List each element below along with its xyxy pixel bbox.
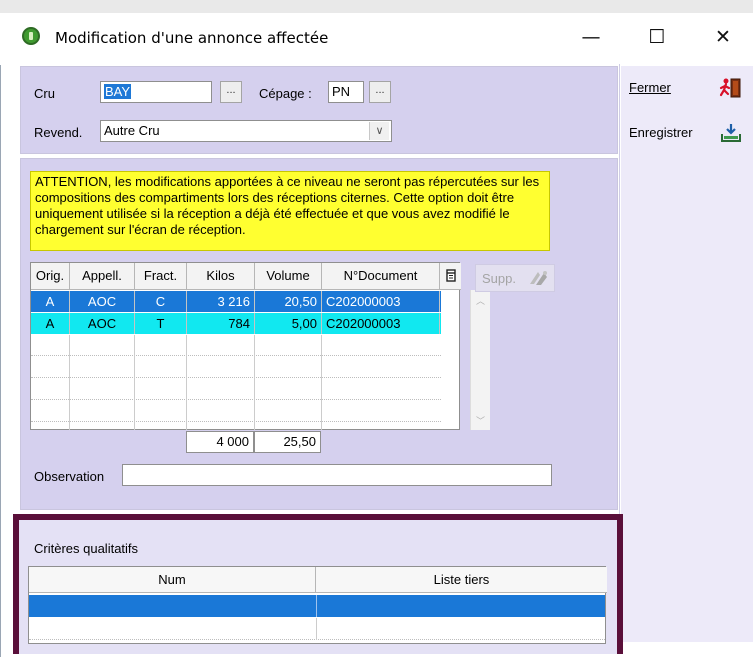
col-header-num[interactable]: Num [29, 567, 316, 593]
cru-browse-button[interactable]: ... [220, 81, 242, 103]
fermer-label: Fermer [629, 80, 671, 95]
column-divider [254, 335, 255, 430]
revend-label: Revend. [34, 125, 83, 140]
cell-fract: T [135, 313, 187, 334]
empty-row[interactable] [31, 379, 441, 400]
table-scrollbar[interactable]: ︿ ﹀ [470, 290, 490, 430]
empty-row[interactable] [31, 401, 441, 422]
column-divider [134, 335, 135, 430]
cell-volume: 20,50 [255, 291, 322, 312]
cell-fract: C [135, 291, 187, 312]
column-divider [316, 595, 317, 617]
col-header-volume[interactable]: Volume [255, 263, 322, 290]
cepage-field[interactable]: PN [328, 81, 364, 103]
cepage-label: Cépage : [259, 86, 312, 101]
criteria-table[interactable]: Num Liste tiers [28, 566, 607, 644]
scroll-down-icon[interactable]: ﹀ [476, 414, 485, 427]
supp-label: Supp. [482, 271, 516, 286]
col-header-appell[interactable]: Appell. [70, 263, 135, 290]
criteria-title: Critères qualitatifs [34, 541, 139, 556]
total-kilos: 4 000 [186, 431, 254, 453]
revend-value: Autre Cru [104, 123, 160, 138]
total-volume: 25,50 [254, 431, 321, 453]
side-panel [621, 66, 753, 642]
observation-input[interactable] [122, 464, 552, 486]
cru-value: BAY [104, 84, 132, 99]
cru-field[interactable]: BAY [100, 81, 212, 103]
cell-kilos: 3 216 [187, 291, 255, 312]
col-header-orig[interactable]: Orig. [31, 263, 70, 290]
cell-document: C202000003 [322, 291, 440, 312]
supp-button[interactable]: Supp. [475, 264, 555, 292]
cell-appell: AOC [70, 291, 135, 312]
observation-label: Observation [34, 469, 105, 484]
table-row[interactable]: A AOC T 784 5,00 C202000003 [31, 313, 441, 334]
lines-table[interactable]: Orig. Appell. Fract. Kilos Volume N°Docu… [30, 262, 490, 430]
cell-orig: A [31, 291, 70, 312]
close-button[interactable]: ✕ [700, 22, 746, 54]
col-header-document[interactable]: N°Document [322, 263, 440, 290]
column-divider [316, 618, 317, 640]
app-icon [22, 27, 40, 45]
chevron-down-icon[interactable]: ∨ [369, 122, 389, 140]
enregistrer-label: Enregistrer [629, 125, 693, 140]
column-divider [69, 335, 70, 430]
column-divider [186, 335, 187, 430]
fermer-button[interactable]: Fermer [625, 73, 747, 103]
minimize-button[interactable]: — [568, 22, 614, 54]
cell-orig: A [31, 313, 70, 334]
cepage-browse-button[interactable]: ... [369, 81, 391, 103]
empty-row[interactable] [29, 618, 605, 640]
cell-volume: 5,00 [255, 313, 322, 334]
col-header-fract[interactable]: Fract. [135, 263, 187, 290]
cell-kilos: 784 [187, 313, 255, 334]
column-picker-icon[interactable] [440, 263, 461, 290]
column-divider [321, 335, 322, 430]
table-row[interactable] [29, 595, 605, 617]
background-window-strip [0, 0, 753, 14]
warning-message: ATTENTION, les modifications apportées à… [30, 171, 550, 251]
table-row[interactable]: A AOC C 3 216 20,50 C202000003 [31, 291, 441, 312]
col-header-kilos[interactable]: Kilos [187, 263, 255, 290]
col-header-liste-tiers[interactable]: Liste tiers [316, 567, 607, 593]
cell-document: C202000003 [322, 313, 440, 334]
delete-icon [530, 271, 547, 285]
scroll-up-icon[interactable]: ︿ [476, 294, 485, 307]
save-tray-icon [721, 124, 741, 142]
cell-appell: AOC [70, 313, 135, 334]
enregistrer-button[interactable]: Enregistrer [625, 118, 747, 148]
cru-label: Cru [34, 86, 55, 101]
revend-select[interactable]: Autre Cru [100, 120, 392, 142]
exit-icon [719, 78, 741, 98]
empty-row[interactable] [31, 335, 441, 356]
maximize-button[interactable]: ☐ [634, 22, 680, 54]
empty-row[interactable] [31, 357, 441, 378]
window-title: Modification d'une annonce affectée [55, 29, 329, 47]
